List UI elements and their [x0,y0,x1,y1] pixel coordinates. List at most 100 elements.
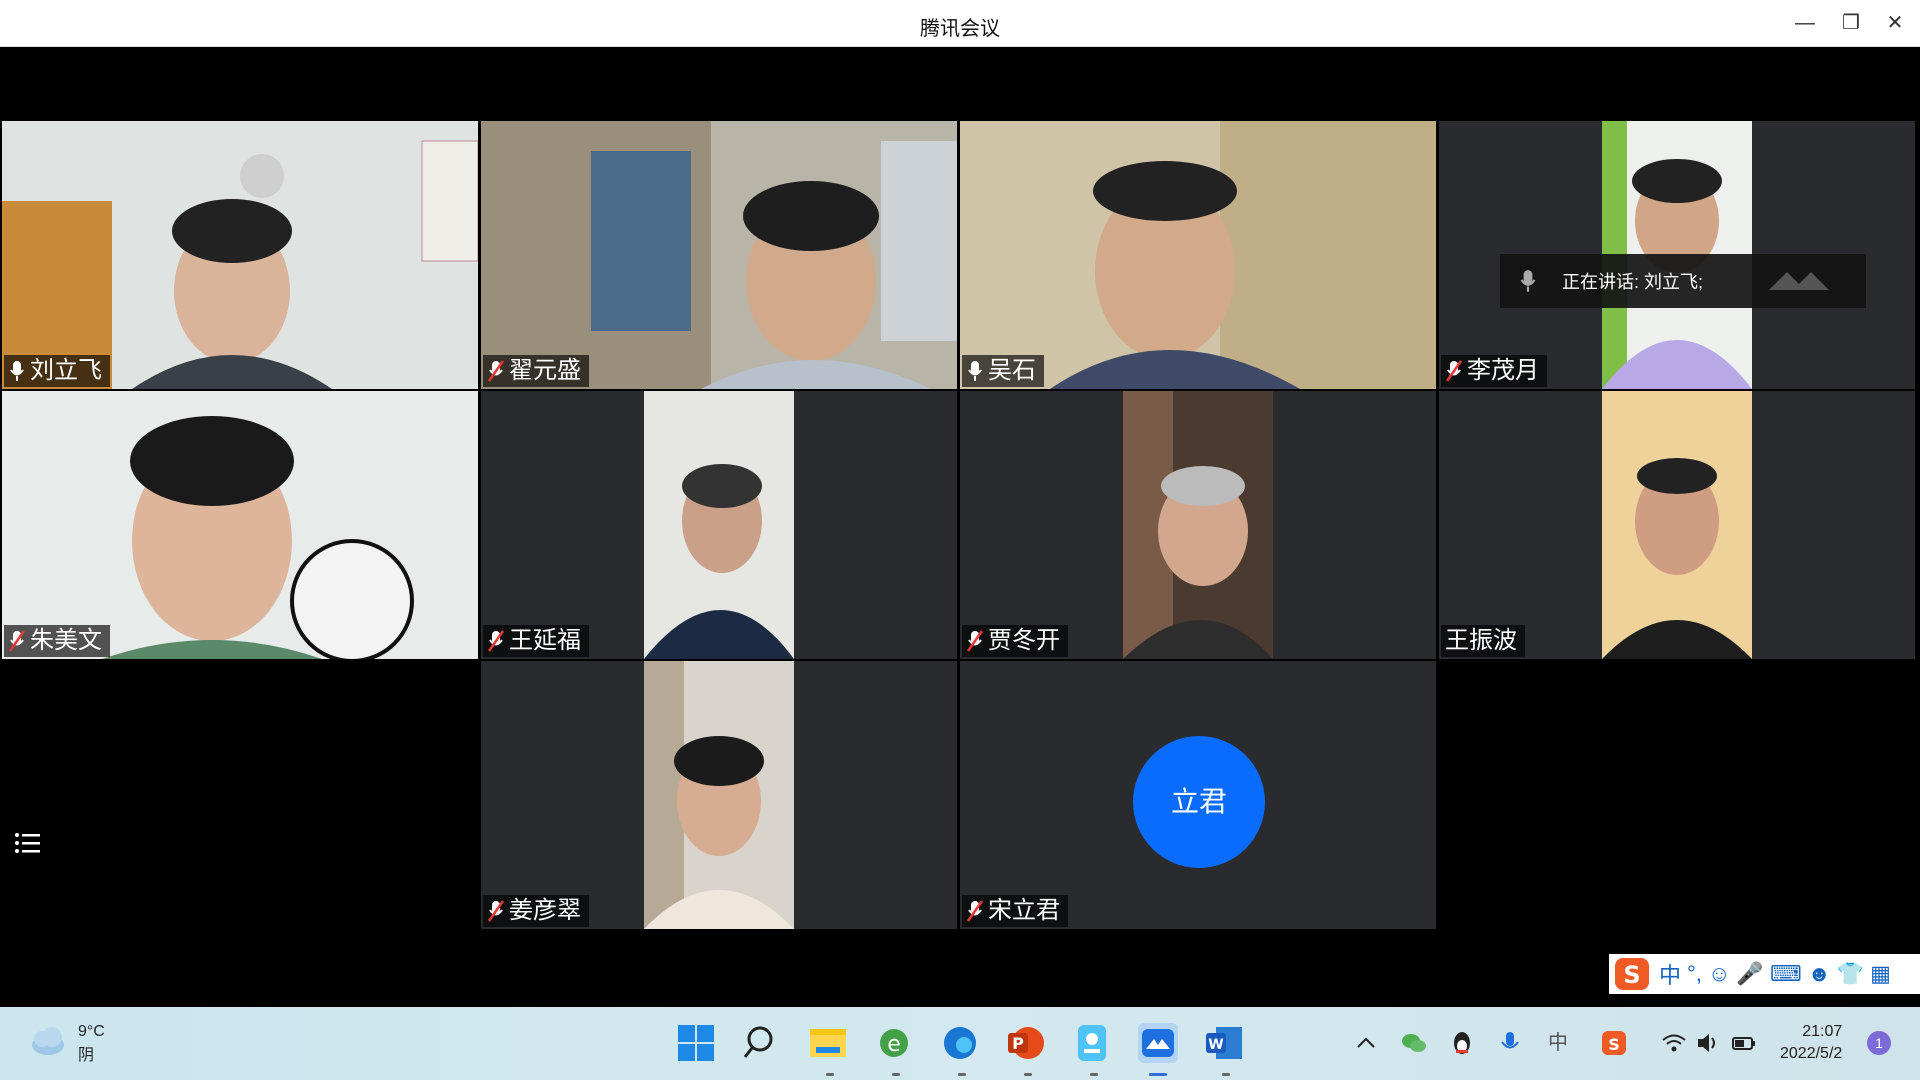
speaking-indicator: 正在讲话: 刘立飞; [1500,254,1866,308]
weather-widget[interactable]: 9°C 阴 [28,1023,105,1065]
restore-button[interactable]: ❐ [1836,8,1866,38]
qq-icon[interactable] [1448,1029,1476,1057]
participant-video [2,391,478,659]
list-icon[interactable] [10,825,46,861]
svg-text:S: S [1623,961,1640,989]
participant-tile-10[interactable]: 立君 宋立君 [960,661,1436,929]
ime-punct[interactable]: °, [1687,961,1702,987]
name-tag: 姜彦翠 [483,895,589,927]
active-indicator [1149,1073,1167,1076]
participant-tile-7[interactable]: 贾冬开 [960,391,1436,659]
name-tag: 李茂月 [1441,355,1547,387]
wifi-icon[interactable] [1660,1029,1688,1057]
microphone-icon[interactable] [1496,1029,1524,1057]
battery-icon[interactable] [1730,1029,1758,1057]
tencent-meeting-logo-icon [1769,272,1830,290]
sogou-logo-icon: S [1615,958,1649,990]
weather-desc: 阴 [78,1047,95,1064]
ime-mode[interactable]: 中 [1659,958,1681,990]
file-explorer-icon[interactable] [806,1021,850,1065]
speaking-text: 正在讲话: 刘立飞; [1562,272,1704,292]
name-tag: 翟元盛 [483,355,589,387]
mic-muted-icon [1445,360,1463,382]
wechat-icon[interactable] [1400,1029,1428,1057]
voice-icon[interactable]: 🎤 [1736,961,1763,987]
word-icon[interactable]: W [1202,1021,1246,1065]
mic-icon [968,361,982,381]
weather-temp: 9°C [78,1023,105,1040]
clock[interactable]: 21:07 2022/5/2 [1780,1021,1842,1065]
ie-browser-icon[interactable]: e [872,1021,916,1065]
keyboard-icon[interactable]: ⌨ [1770,961,1802,987]
participant-name: 翟元盛 [509,357,581,384]
search-icon[interactable] [740,1021,784,1065]
participant-tile-6[interactable]: 王延福 [481,391,957,659]
participant-video [2,121,478,389]
tencent-meeting-icon[interactable] [1136,1021,1180,1065]
participant-name: 吴石 [988,357,1036,384]
participant-tile-9[interactable]: 姜彦翠 [481,661,957,929]
close-button[interactable]: ✕ [1880,8,1910,38]
powerpoint-icon[interactable]: P [1004,1021,1048,1065]
participant-video [1123,391,1273,659]
window-title: 腾讯会议 [920,18,1000,40]
sogou-tray-icon[interactable]: S [1600,1029,1628,1057]
mic-muted-icon [966,630,984,652]
chevron-up-icon[interactable] [1352,1029,1380,1057]
participant-video [960,121,1436,389]
name-tag: 王振波 [1441,625,1525,657]
mic-muted-icon [8,630,26,652]
running-indicator [1090,1073,1098,1076]
participant-tile-1[interactable]: 刘立飞 [2,121,478,389]
participant-name: 李茂月 [1467,357,1539,384]
svg-text:e: e [887,1032,901,1057]
windows-start-icon[interactable] [674,1021,718,1065]
edge-browser-icon[interactable] [938,1021,982,1065]
participant-video [481,121,957,389]
participant-name: 刘立飞 [30,357,102,384]
running-indicator [958,1073,966,1076]
name-tag: 贾冬开 [962,625,1068,657]
name-tag: 王延福 [483,625,589,657]
emoji-icon[interactable]: ☺ [1708,961,1730,987]
clock-time: 21:07 [1802,1023,1843,1040]
participant-video [1602,391,1752,659]
participant-tile-5[interactable]: 朱美文 [2,391,478,659]
running-indicator [1222,1073,1230,1076]
running-indicator [892,1073,900,1076]
participant-tile-3[interactable]: 吴石 [960,121,1436,389]
participant-name: 王振波 [1445,627,1517,654]
title-bar: 腾讯会议 — ❐ ✕ [0,0,1920,47]
grid-icon[interactable]: ▦ [1870,961,1891,987]
video-grid: 刘立飞 翟元盛 吴石 李茂月 朱美文 王延福 贾冬开 王振波 姜彦翠 立君 宋立… [0,47,1920,1007]
cloud-icon [32,1027,64,1055]
participant-name: 贾冬开 [988,627,1060,654]
running-indicator [826,1073,834,1076]
participant-name: 姜彦翠 [509,897,581,924]
notification-badge[interactable]: 1 [1867,1031,1891,1055]
volume-icon[interactable] [1694,1029,1722,1057]
participant-name: 宋立君 [988,897,1060,924]
svg-text:P: P [1012,1034,1024,1053]
mic-muted-icon [966,900,984,922]
participant-name: 王延福 [509,627,581,654]
running-indicator [1024,1073,1032,1076]
skin-icon[interactable]: 👕 [1837,961,1864,987]
participant-video [644,391,794,659]
participant-tile-8[interactable]: 王振波 [1439,391,1915,659]
mic-muted-icon [487,630,505,652]
mic-muted-icon [487,900,505,922]
taskbar: 9°C 阴 e P W 中 S 21:07 2022/5/2 1 [0,1007,1920,1080]
mic-icon [1520,270,1536,292]
participant-tile-2[interactable]: 翟元盛 [481,121,957,389]
ime-toolbar[interactable]: S 中 °, ☺ 🎤 ⌨ ☻ 👕 ▦ [1609,954,1920,994]
svg-text:S: S [1608,1035,1620,1054]
minimize-button[interactable]: — [1790,8,1820,38]
participant-video [644,661,794,929]
input-method-indicator[interactable]: 中 [1544,1029,1572,1057]
clock-date: 2022/5/2 [1780,1045,1843,1062]
name-tag: 朱美文 [4,625,110,657]
user-icon[interactable]: ☻ [1808,961,1831,987]
participant-name: 朱美文 [30,627,102,654]
id-card-app-icon[interactable] [1070,1021,1114,1065]
